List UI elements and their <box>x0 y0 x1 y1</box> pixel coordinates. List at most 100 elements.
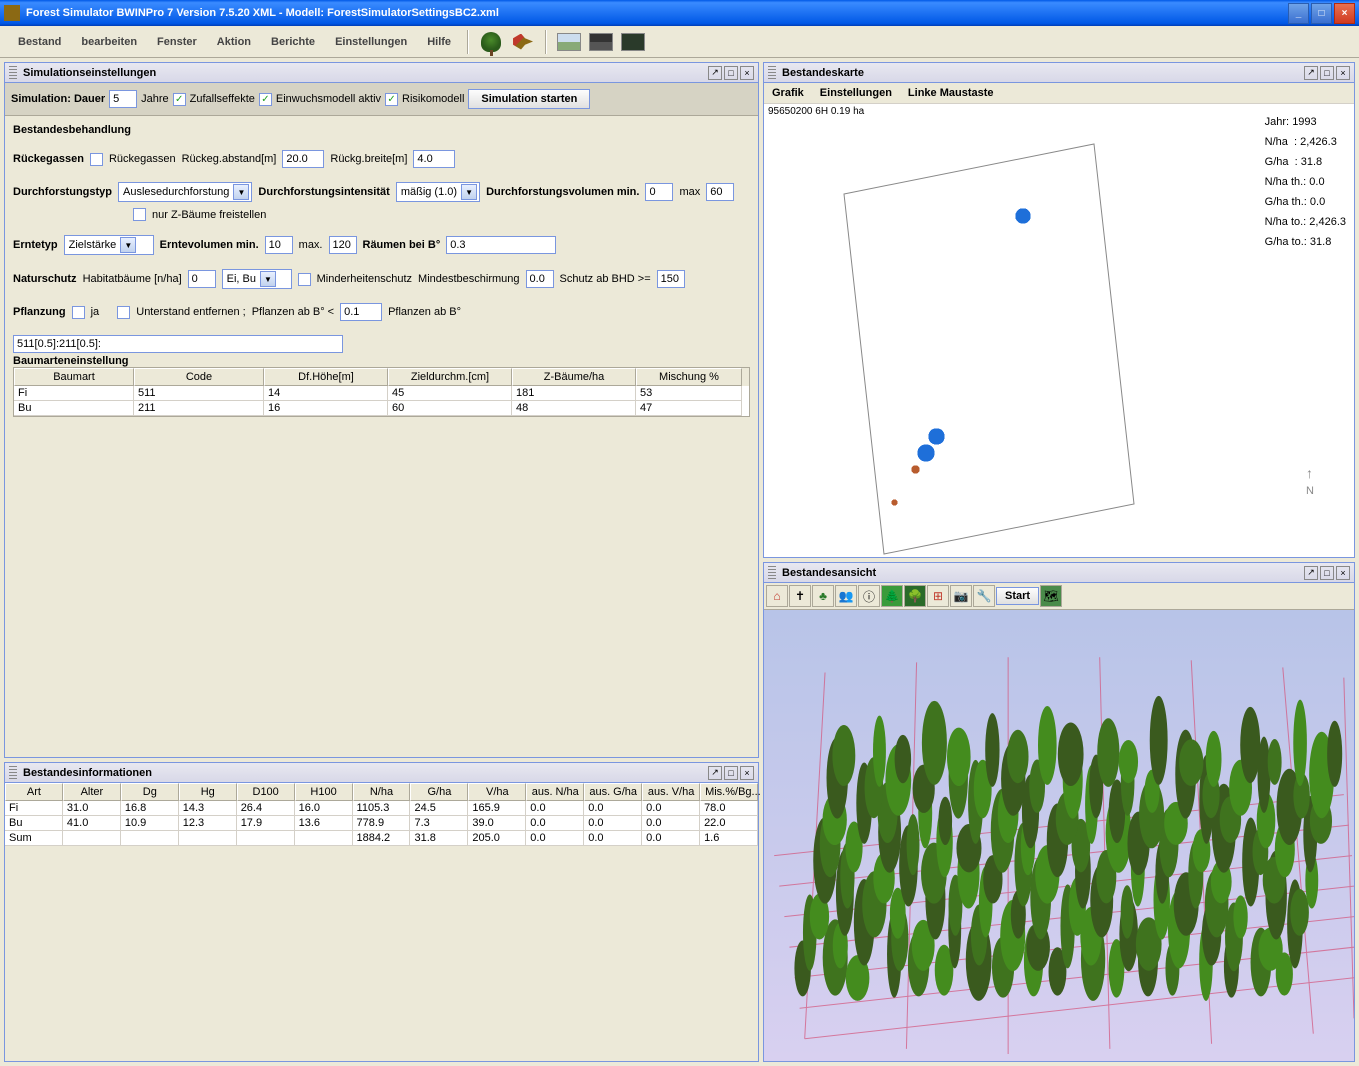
menu-einstellungen[interactable]: Einstellungen <box>325 32 417 52</box>
skid-width-input[interactable] <box>413 150 455 168</box>
map-menu-einstellungen[interactable]: Einstellungen <box>820 87 892 99</box>
table-row[interactable]: Fi31.016.814.326.416.01105.324.5165.90.0… <box>5 801 758 816</box>
harvest-type-label: Erntetyp <box>13 239 58 251</box>
duration-input[interactable] <box>109 90 137 108</box>
start-button[interactable]: Start <box>996 587 1039 605</box>
skid-dist-input[interactable] <box>282 150 324 168</box>
panel-close-button[interactable]: × <box>1336 566 1350 580</box>
axe-tool-icon[interactable] <box>509 30 537 54</box>
view-3d-canvas[interactable] <box>764 610 1354 1061</box>
minimize-button[interactable]: _ <box>1288 3 1309 24</box>
grid-icon[interactable]: ⊞ <box>927 585 949 607</box>
thin-type-select[interactable]: Auslesedurchforstung▼ <box>118 182 252 202</box>
close-button[interactable]: × <box>1334 3 1355 24</box>
cover-input[interactable] <box>526 270 554 288</box>
harvest-vol-max-input[interactable] <box>329 236 357 254</box>
info-panel: Bestandesinformationen ↗ □ × ArtAlterDgH… <box>4 762 759 1062</box>
plant-label: Pflanzung <box>13 306 66 318</box>
plant-from-input[interactable] <box>340 303 382 321</box>
info-icon[interactable]: ⓘ <box>858 585 880 607</box>
compass-icon: ↑N <box>1306 465 1314 497</box>
minority-label: Minderheitenschutz <box>317 273 412 285</box>
understory-label: Unterstand entfernen ; <box>136 306 245 318</box>
thin-int-select[interactable]: mäßig (1.0)▼ <box>396 182 480 202</box>
window-titlebar: Forest Simulator BWINPro 7 Version 7.5.2… <box>0 0 1359 26</box>
view2-tool-icon[interactable] <box>587 30 615 54</box>
harvest-vol-min-input[interactable] <box>265 236 293 254</box>
table-header: Art <box>5 783 63 801</box>
menu-berichte[interactable]: Berichte <box>261 32 325 52</box>
panel-detach-button[interactable]: ↗ <box>708 766 722 780</box>
map-menu-grafik[interactable]: Grafik <box>772 87 804 99</box>
table-row[interactable]: Fi511144518153 <box>14 386 749 401</box>
menu-aktion[interactable]: Aktion <box>207 32 261 52</box>
table-header: Baumart <box>14 368 134 386</box>
start-simulation-button[interactable]: Simulation starten <box>468 89 590 109</box>
plant-yes-checkbox[interactable] <box>72 306 85 319</box>
single-tree-icon[interactable]: ♣ <box>812 585 834 607</box>
people-icon[interactable]: 👥 <box>835 585 857 607</box>
tree-green-icon[interactable]: 🌲 <box>881 585 903 607</box>
panel-grip[interactable] <box>768 566 776 580</box>
duration-label: Simulation: Dauer <box>11 93 105 105</box>
panel-detach-button[interactable]: ↗ <box>1304 566 1318 580</box>
table-header: aus. V/ha <box>642 783 700 801</box>
wrench-icon[interactable]: 🔧 <box>973 585 995 607</box>
map-canvas[interactable]: 95650200 6H 0.19 ha Jahr: 1993 N/ha : 2,… <box>764 104 1354 557</box>
risk-checkbox[interactable]: ✓ <box>385 93 398 106</box>
view1-tool-icon[interactable] <box>555 30 583 54</box>
panel-maximize-button[interactable]: □ <box>724 766 738 780</box>
thin-vol-max-input[interactable] <box>706 183 734 201</box>
panel-grip[interactable] <box>9 766 17 780</box>
table-row[interactable]: Bu41.010.912.317.913.6778.97.339.00.00.0… <box>5 816 758 831</box>
view3-tool-icon[interactable] <box>619 30 647 54</box>
tree-tool-icon[interactable] <box>477 30 505 54</box>
panel-grip[interactable] <box>768 66 776 80</box>
understory-checkbox[interactable] <box>117 306 130 319</box>
clear-label: Räumen bei B° <box>363 239 441 251</box>
panel-close-button[interactable]: × <box>740 766 754 780</box>
panel-maximize-button[interactable]: □ <box>1320 566 1334 580</box>
treatment-heading: Bestandesbehandlung <box>13 124 750 136</box>
harvest-vol-max-label: max. <box>299 239 323 251</box>
panel-close-button[interactable]: × <box>1336 66 1350 80</box>
camera-icon[interactable]: 📷 <box>950 585 972 607</box>
map-menu-linke[interactable]: Linke Maustaste <box>908 87 994 99</box>
table-row[interactable]: Bu21116604847 <box>14 401 749 416</box>
menu-bearbeiten[interactable]: bearbeiten <box>71 32 147 52</box>
table-row[interactable]: Sum1884.231.8205.00.00.00.01.6 <box>5 831 758 846</box>
cover-label: Mindestbeschirmung <box>418 273 520 285</box>
cross-icon[interactable]: ✝ <box>789 585 811 607</box>
menu-bestand[interactable]: Bestand <box>8 32 71 52</box>
menu-hilfe[interactable]: Hilfe <box>417 32 461 52</box>
thin-type-label: Durchforstungstyp <box>13 186 112 198</box>
protect-input[interactable] <box>657 270 685 288</box>
random-checkbox[interactable]: ✓ <box>173 93 186 106</box>
harvest-type-select[interactable]: Zielstärke▼ <box>64 235 154 255</box>
panel-grip[interactable] <box>9 66 17 80</box>
panel-maximize-button[interactable]: □ <box>724 66 738 80</box>
minority-checkbox[interactable] <box>298 273 311 286</box>
panel-close-button[interactable]: × <box>740 66 754 80</box>
habitat-input[interactable] <box>188 270 216 288</box>
map-icon[interactable]: 🗺 <box>1040 585 1062 607</box>
ingrowth-checkbox[interactable]: ✓ <box>259 93 272 106</box>
tree-dark-icon[interactable]: 🌳 <box>904 585 926 607</box>
thin-vol-min-input[interactable] <box>645 183 673 201</box>
only-z-checkbox[interactable] <box>133 208 146 221</box>
clear-input[interactable] <box>446 236 556 254</box>
home-icon[interactable]: ⌂ <box>766 585 788 607</box>
species-select[interactable]: Ei, Bu▼ <box>222 269 292 289</box>
panel-detach-button[interactable]: ↗ <box>708 66 722 80</box>
menu-fenster[interactable]: Fenster <box>147 32 207 52</box>
maximize-button[interactable]: □ <box>1311 3 1332 24</box>
table-header: Alter <box>63 783 121 801</box>
view-panel-title: Bestandesansicht <box>782 567 1302 579</box>
table-header: Z-Bäume/ha <box>512 368 636 386</box>
skid-checkbox[interactable] <box>90 153 103 166</box>
risk-label: Risikomodell <box>402 93 464 105</box>
panel-detach-button[interactable]: ↗ <box>1304 66 1318 80</box>
plant-code-input[interactable] <box>13 335 343 353</box>
panel-maximize-button[interactable]: □ <box>1320 66 1334 80</box>
harvest-vol-label: Erntevolumen min. <box>160 239 259 251</box>
